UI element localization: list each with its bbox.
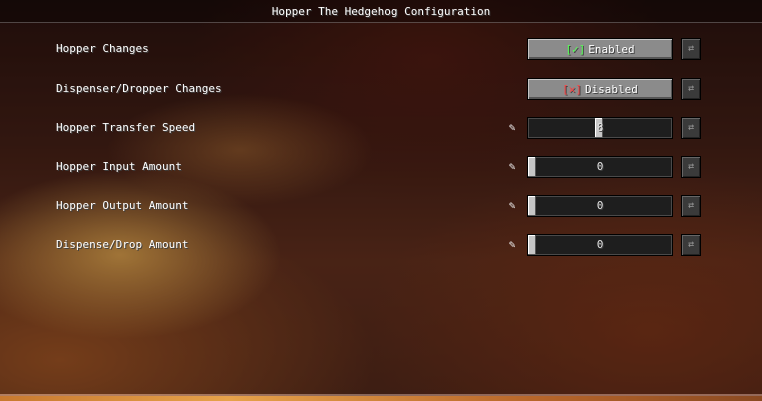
reset-button[interactable]: ⇄ (681, 234, 701, 256)
option-row-hopper-transfer-speed: Hopper Transfer Speed ✎ 8 ⇄ (0, 116, 762, 140)
reset-icon: ⇄ (687, 122, 695, 133)
dispenser-dropper-changes-toggle[interactable]: [✕] Disabled (527, 78, 673, 100)
option-row-dispenser-dropper-changes: Dispenser/Dropper Changes [✕] Disabled ⇄ (0, 77, 762, 101)
title-bar: Hopper The Hedgehog Configuration (0, 0, 762, 23)
option-row-hopper-input-amount: Hopper Input Amount ✎ 0 ⇄ (0, 155, 762, 179)
footer-bar (0, 396, 762, 401)
toggle-value: Enabled (588, 42, 635, 56)
pencil-icon[interactable]: ✎ (505, 198, 519, 214)
reset-icon: ⇄ (687, 161, 695, 172)
option-label: Dispenser/Dropper Changes (56, 82, 222, 95)
pencil-icon[interactable]: ✎ (505, 120, 519, 136)
reset-icon: ⇄ (687, 239, 695, 250)
config-list[interactable]: Hopper Changes [✓] Enabled ⇄ Dispenser/D… (0, 23, 762, 394)
checkmark-icon: [✓] (565, 42, 586, 56)
option-row-hopper-output-amount: Hopper Output Amount ✎ 0 ⇄ (0, 194, 762, 218)
toggle-value: Disabled (584, 82, 638, 96)
option-row-dispense-drop-amount: Dispense/Drop Amount ✎ 0 ⇄ (0, 233, 762, 257)
option-label: Hopper Input Amount (56, 160, 182, 173)
slider-value: 0 (596, 199, 604, 212)
hopper-input-amount-slider[interactable]: 0 (527, 156, 673, 178)
hopper-changes-toggle[interactable]: [✓] Enabled (527, 38, 673, 60)
dispense-drop-amount-slider[interactable]: 0 (527, 234, 673, 256)
slider-value: 8 (596, 121, 604, 134)
reset-button[interactable]: ⇄ (681, 156, 701, 178)
pencil-icon[interactable]: ✎ (505, 159, 519, 175)
option-label: Hopper Transfer Speed (56, 121, 196, 134)
slider-value: 0 (596, 160, 604, 173)
reset-icon: ⇄ (687, 200, 695, 211)
option-label: Hopper Output Amount (56, 199, 189, 212)
page-title: Hopper The Hedgehog Configuration (271, 4, 491, 18)
hopper-output-amount-slider[interactable]: 0 (527, 195, 673, 217)
option-row-hopper-changes: Hopper Changes [✓] Enabled ⇄ (0, 37, 762, 61)
reset-button[interactable]: ⇄ (681, 78, 701, 100)
reset-button[interactable]: ⇄ (681, 38, 701, 60)
pencil-icon[interactable]: ✎ (505, 237, 519, 253)
option-label: Dispense/Drop Amount (56, 238, 189, 251)
reset-button[interactable]: ⇄ (681, 195, 701, 217)
option-label: Hopper Changes (56, 42, 149, 55)
reset-icon: ⇄ (687, 83, 695, 94)
slider-value: 0 (596, 238, 604, 251)
cross-icon: [✕] (562, 82, 582, 96)
reset-button[interactable]: ⇄ (681, 117, 701, 139)
hopper-transfer-speed-slider[interactable]: 8 (527, 117, 673, 139)
reset-icon: ⇄ (687, 43, 695, 54)
